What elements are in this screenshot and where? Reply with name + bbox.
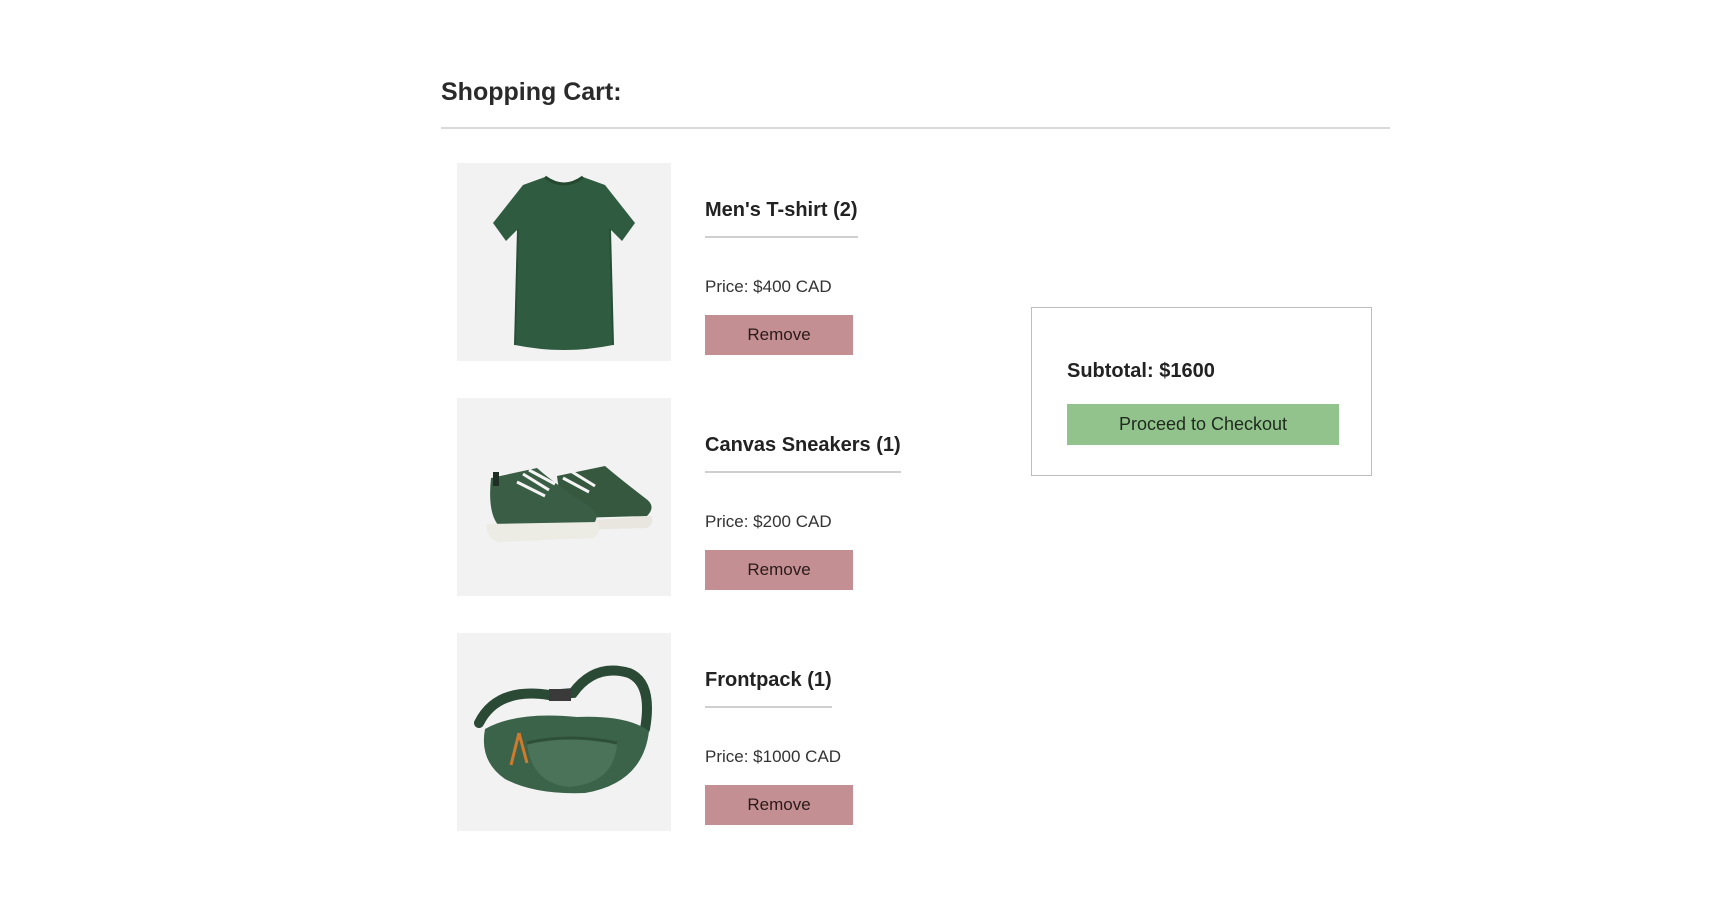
cart-item-sneakers: Canvas Sneakers (1) Price: $200 CAD Remo… [457,398,957,596]
cart-item-frontpack: Frontpack (1) Price: $1000 CAD Remove [457,633,957,831]
sneakers-image [457,398,671,596]
item-name: Canvas Sneakers (1) [705,434,901,473]
item-price: Price: $400 CAD [705,277,832,296]
remove-button[interactable]: Remove [705,785,853,825]
frontpack-image [457,633,671,831]
remove-button[interactable]: Remove [705,550,853,590]
title-divider [441,127,1390,129]
checkout-button[interactable]: Proceed to Checkout [1067,404,1339,445]
item-price: Price: $1000 CAD [705,747,842,766]
item-name: Frontpack (1) [705,669,832,708]
cart-item-tshirt: Men's T-shirt (2) Price: $400 CAD Remove [457,163,957,361]
remove-button[interactable]: Remove [705,315,853,355]
item-name: Men's T-shirt (2) [705,199,858,238]
page-title: Shopping Cart: [441,78,622,106]
cart-page: Shopping Cart: Men's T-shirt (2) Price: … [0,0,1730,900]
subtotal: Subtotal: $1600 [1067,360,1215,382]
tshirt-image [457,163,671,361]
order-summary: Subtotal: $1600 Proceed to Checkout [1031,307,1372,476]
item-price: Price: $200 CAD [705,512,832,531]
